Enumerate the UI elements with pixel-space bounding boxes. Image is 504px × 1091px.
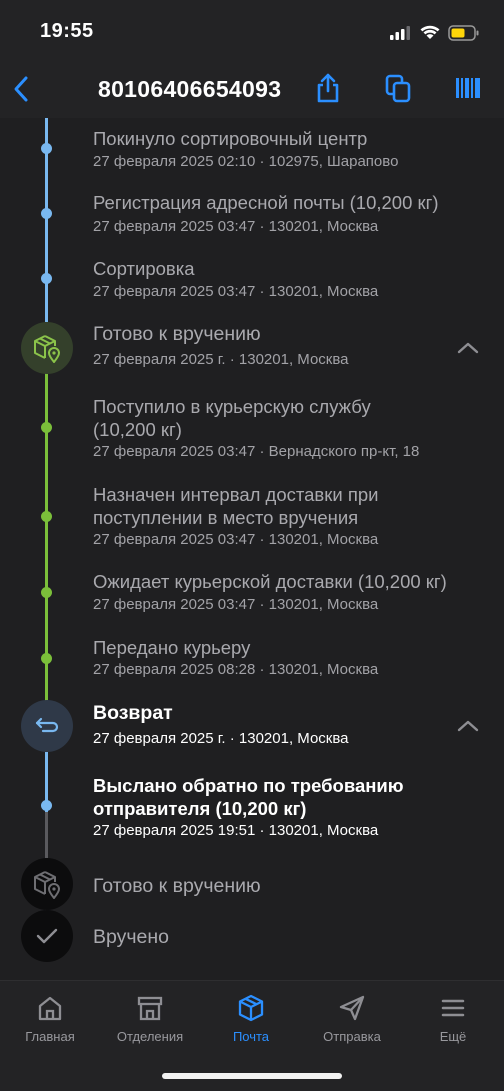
send-icon [339, 995, 365, 1021]
menu-icon [441, 999, 465, 1017]
event-subtitle: 27 февраля 2025 03:47 · 130201, Москва [93, 596, 379, 613]
event-title: Назначен интервал доставки при поступлен… [93, 484, 379, 528]
share-icon [317, 73, 339, 103]
timeline-dot [41, 653, 52, 664]
chevron-up-icon [457, 720, 479, 732]
event-subtitle: 27 февраля 2025 03:47 · 130201, Москва [93, 531, 379, 548]
signal-wifi-battery-icon [390, 25, 479, 41]
tab-mail[interactable]: Почта [201, 981, 301, 1051]
store-icon [137, 996, 163, 1021]
event-subtitle: 27 февраля 2025 03:47 · 130201, Москва [93, 283, 379, 300]
tab-label: Главная [25, 1029, 75, 1044]
future-icon-ready [21, 858, 73, 910]
event-title: Поступило в курьерскую службу (10,200 кг… [93, 396, 371, 440]
tab-home[interactable]: Главная [0, 981, 100, 1051]
tracking-timeline: Покинуло сортировочный центр 27 февраля … [0, 118, 504, 980]
timeline-dot [41, 422, 52, 433]
status-time: 19:55 [40, 20, 94, 42]
event-title: Покинуло сортировочный центр [93, 128, 368, 149]
group-icon-return [21, 700, 73, 752]
tab-send[interactable]: Отправка [302, 981, 402, 1051]
group-title: Готово к вручению [93, 323, 261, 345]
timeline-dot [41, 208, 52, 219]
parcel-icon [238, 994, 264, 1022]
event-title: Передано курьеру [93, 637, 251, 658]
timeline-dot [41, 511, 52, 522]
timeline-dot [41, 143, 52, 154]
barcode-button[interactable] [451, 71, 485, 105]
future-step-title: Готово к вручению [93, 875, 261, 897]
event-title: Выслано обратно по требованию отправител… [93, 775, 404, 819]
checkmark-icon [36, 928, 58, 944]
parcel-location-icon [34, 871, 61, 899]
event-title: Сортировка [93, 258, 195, 279]
timeline-dot [41, 273, 52, 284]
return-icon [35, 717, 59, 733]
group-icon-ready [21, 322, 73, 374]
timeline-dot [41, 587, 52, 598]
timeline-line-grey [45, 812, 48, 858]
timeline-dot [41, 800, 52, 811]
future-step-title: Вручено [93, 926, 170, 948]
tab-label: Ещё [439, 1029, 467, 1044]
chevron-up-icon [457, 342, 479, 354]
event-title: Регистрация адресной почты (10,200 кг) [93, 192, 439, 213]
tab-label: Отделения [116, 1029, 184, 1044]
tab-offices[interactable]: Отделения [100, 981, 200, 1051]
barcode-icon [456, 78, 480, 98]
event-subtitle: 27 февраля 2025 03:47 · 130201, Москва [93, 218, 379, 235]
event-subtitle: 27 февраля 2025 03:47 · Вернадского пр-к… [93, 443, 420, 460]
group-title: Возврат [93, 702, 173, 724]
group-subtitle: 27 февраля 2025 г. · 130201, Москва [93, 351, 349, 368]
collapse-return-button[interactable] [456, 718, 480, 734]
tab-more[interactable]: Ещё [403, 981, 503, 1051]
event-subtitle: 27 февраля 2025 02:10 · 102975, Шарапово [93, 153, 399, 170]
home-icon [38, 996, 62, 1021]
event-subtitle: 27 февраля 2025 19:51 · 130201, Москва [93, 822, 379, 839]
future-icon-delivered [21, 910, 73, 962]
copy-button[interactable] [381, 71, 415, 105]
share-button[interactable] [311, 71, 345, 105]
tracking-number: 80106406654093 [98, 76, 282, 102]
status-icons [388, 23, 480, 43]
group-subtitle: 27 февраля 2025 г. · 130201, Москва [93, 730, 349, 747]
event-title: Ожидает курьерской доставки (10,200 кг) [93, 571, 447, 592]
copy-icon [385, 74, 411, 103]
collapse-ready-button[interactable] [456, 340, 480, 356]
chevron-left-icon [14, 76, 28, 102]
parcel-location-icon [34, 335, 61, 363]
event-subtitle: 27 февраля 2025 08:28 · 130201, Москва [93, 661, 379, 678]
back-button[interactable] [4, 72, 38, 106]
tab-label: Отправка [323, 1029, 381, 1044]
home-indicator[interactable] [162, 1073, 342, 1079]
tab-label: Почта [232, 1029, 270, 1044]
